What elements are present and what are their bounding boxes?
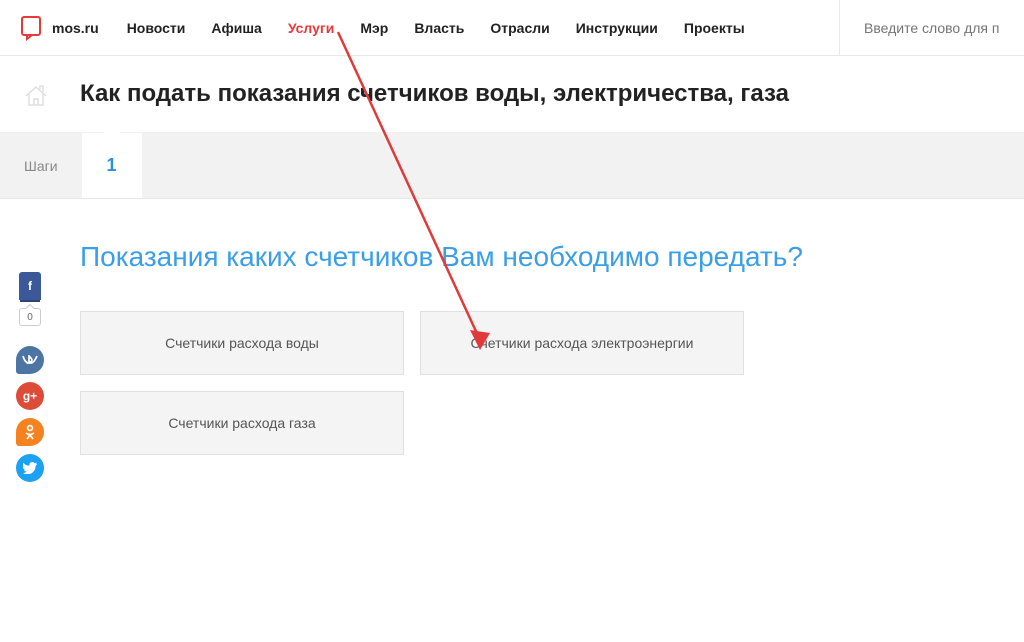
share-vk-button[interactable]	[16, 346, 44, 374]
search-input[interactable]	[864, 20, 1004, 36]
social-column: f 0 g+	[16, 272, 44, 482]
option-water[interactable]: Счетчики расхода воды	[80, 311, 404, 375]
nav-item-power[interactable]: Власть	[414, 20, 464, 36]
share-count-badge: 0	[19, 308, 41, 326]
title-bar: Как подать показания счетчиков воды, эле…	[0, 56, 1024, 133]
step-number: 1	[107, 155, 117, 176]
nav-item-instructions[interactable]: Инструкции	[576, 20, 658, 36]
home-icon[interactable]	[22, 82, 50, 110]
nav-item-news[interactable]: Новости	[127, 20, 186, 36]
share-twitter-button[interactable]	[16, 454, 44, 482]
content-area: Показания каких счетчиков Вам необходимо…	[0, 199, 1024, 475]
main-nav: Новости Афиша Услуги Мэр Власть Отрасли …	[127, 20, 839, 36]
option-gas[interactable]: Счетчики расхода газа	[80, 391, 404, 455]
search-area	[839, 0, 1004, 55]
nav-item-projects[interactable]: Проекты	[684, 20, 745, 36]
nav-item-services[interactable]: Услуги	[288, 20, 335, 36]
share-ok-button[interactable]	[16, 418, 44, 446]
header: mos.ru Новости Афиша Услуги Мэр Власть О…	[0, 0, 1024, 56]
page-title: Как подать показания счетчиков воды, эле…	[80, 80, 1004, 108]
nav-item-mayor[interactable]: Мэр	[360, 20, 388, 36]
steps-label: Шаги	[0, 133, 82, 198]
share-googleplus-button[interactable]: g+	[16, 382, 44, 410]
logo-text: mos.ru	[52, 20, 99, 36]
twitter-icon	[23, 462, 37, 474]
vk-icon	[22, 355, 38, 365]
logo[interactable]: mos.ru	[20, 15, 99, 41]
ok-icon	[25, 424, 35, 440]
nav-item-industries[interactable]: Отрасли	[490, 20, 549, 36]
share-facebook-button[interactable]: f	[19, 272, 41, 300]
step-tab-1[interactable]: 1	[82, 133, 142, 198]
nav-item-afisha[interactable]: Афиша	[211, 20, 261, 36]
steps-bar: Шаги 1	[0, 133, 1024, 199]
question-heading: Показания каких счетчиков Вам необходимо…	[80, 239, 1004, 275]
options-grid: Счетчики расхода воды Счетчики расхода э…	[80, 311, 760, 455]
option-electricity[interactable]: Счетчики расхода электроэнергии	[420, 311, 744, 375]
logo-icon	[20, 15, 46, 41]
